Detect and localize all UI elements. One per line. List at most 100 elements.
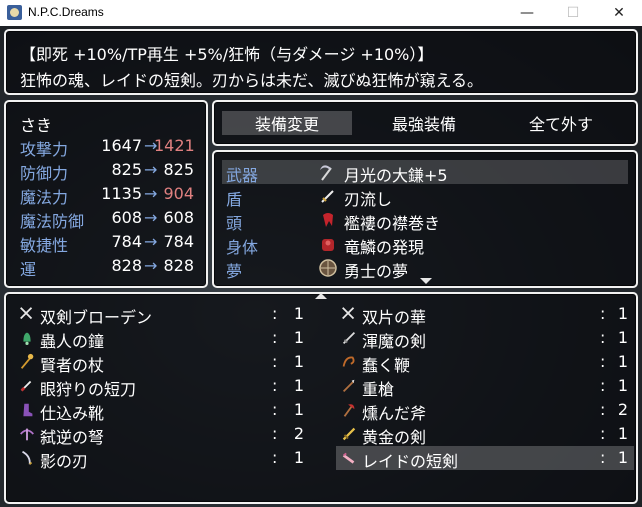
item-colon: : — [272, 400, 278, 419]
item-name: レイドの短剣 — [362, 452, 459, 471]
item-colon: : — [600, 448, 606, 467]
inventory-item[interactable]: 弑逆の弩:2 — [14, 422, 310, 447]
item-colon: : — [600, 328, 606, 347]
scroll-down-arrow-icon[interactable] — [420, 278, 432, 284]
stat-label: 防御力 — [20, 164, 69, 183]
close-button[interactable]: ✕ — [596, 0, 642, 26]
scythe-icon — [318, 162, 338, 182]
item-colon: : — [272, 328, 278, 347]
actor-name: さき — [20, 116, 53, 135]
inventory-item[interactable]: 渾魔の剣:1 — [336, 326, 634, 351]
item-name: 燻んだ斧 — [362, 404, 427, 423]
window-titlebar: N.P.C.Dreams — ☐ ✕ — [0, 0, 642, 27]
boot-icon — [18, 401, 36, 419]
sword-icon — [340, 329, 358, 347]
inventory-item[interactable]: 賢者の杖:1 — [14, 350, 310, 375]
help-description-text: 狂怖の魂、レイドの短剣。刃からは未だ、滅びぬ狂怖が窺える。 — [20, 71, 484, 90]
item-name: 仕込み靴 — [40, 404, 105, 423]
bell-icon — [18, 329, 36, 347]
inventory-item[interactable]: 蟲人の鐘:1 — [14, 326, 310, 351]
help-window: 【即死 +10%/TP再生 +5%/狂怖（与ダメージ +10%）】 狂怖の魂、レ… — [4, 29, 638, 95]
item-name: 蟲人の鐘 — [40, 332, 105, 351]
item-name: 影の刃 — [40, 452, 89, 471]
stat-label: 敏捷性 — [20, 236, 69, 255]
item-colon: : — [272, 424, 278, 443]
item-colon: : — [272, 376, 278, 395]
window-title: N.P.C.Dreams — [28, 5, 104, 19]
command-window: 装備変更 最強装備 全て外す — [212, 100, 638, 146]
inventory-item[interactable]: 重槍:1 — [336, 374, 634, 399]
game-canvas: 【即死 +10%/TP再生 +5%/狂怖（与ダメージ +10%）】 狂怖の魂、レ… — [0, 26, 642, 507]
item-colon: : — [600, 424, 606, 443]
item-name: 双片の華 — [362, 308, 427, 327]
item-name: 賢者の杖 — [40, 356, 105, 375]
equip-slot-row[interactable]: 夢 勇士の夢 — [222, 256, 628, 281]
item-name: 重槍 — [362, 380, 395, 399]
stat-new-value: 608 — [163, 208, 194, 227]
item-count: 1 — [293, 400, 304, 419]
stat-current-value: 1135 — [101, 184, 142, 203]
item-count: 1 — [617, 328, 628, 347]
inventory-item[interactable]: 影の刃:1 — [14, 446, 310, 471]
inventory-item[interactable]: 燻んだ斧:2 — [336, 398, 634, 423]
equipped-item-name: 襤褸の襟巻き — [344, 214, 441, 233]
item-count: 2 — [617, 400, 628, 419]
stat-current-value: 608 — [111, 208, 142, 227]
stat-label: 攻撃力 — [20, 140, 69, 159]
stat-label: 運 — [20, 260, 37, 279]
item-colon: : — [600, 400, 606, 419]
raid-dagger-icon — [340, 449, 358, 467]
item-count: 2 — [293, 424, 304, 443]
status-window: さき 攻撃力 1647 → 1421 防御力 825 → 825 魔法力 1135 → 904 魔法防御… — [4, 100, 208, 288]
slot-label: 頭 — [226, 214, 243, 233]
item-name: 黄金の剣 — [362, 428, 427, 447]
equip-change-command[interactable]: 装備変更 — [222, 111, 352, 135]
scroll-up-arrow-icon[interactable] — [315, 293, 327, 299]
spear-icon — [340, 377, 358, 395]
item-colon: : — [272, 448, 278, 467]
inventory-item[interactable]: 双剣ブローデン:1 — [14, 302, 310, 327]
inventory-item[interactable]: 蠢く鞭:1 — [336, 350, 634, 375]
equip-slot-row[interactable]: 身体 竜鱗の発現 — [222, 232, 628, 257]
equipped-item-name: 刃流し — [344, 190, 393, 209]
slot-label: 夢 — [226, 262, 243, 281]
minimize-button[interactable]: — — [504, 0, 550, 26]
stat-new-value: 784 — [163, 232, 194, 251]
staff-icon — [18, 353, 36, 371]
inventory-item[interactable]: 双片の華:1 — [336, 302, 634, 327]
stat-label: 魔法防御 — [20, 212, 85, 231]
stat-current-value: 825 — [111, 160, 142, 179]
axe-icon — [340, 401, 358, 419]
help-effects-text: 【即死 +10%/TP再生 +5%/狂怖（与ダメージ +10%）】 — [20, 45, 434, 64]
inventory-item[interactable]: レイドの短剣:1 — [336, 446, 634, 471]
maximize-button[interactable]: ☐ — [550, 0, 596, 26]
item-colon: : — [272, 304, 278, 323]
clear-all-command[interactable]: 全て外す — [496, 111, 626, 135]
item-count: 1 — [293, 376, 304, 395]
crossbow-icon — [18, 425, 36, 443]
inventory-item[interactable]: 眼狩りの短刀:1 — [14, 374, 310, 399]
item-list-window: 双剣ブローデン:1 蟲人の鐘:1 賢者の杖:1 眼狩りの短刀:1 仕込み靴:1 弑逆の弩:… — [4, 292, 638, 504]
item-count: 1 — [293, 304, 304, 323]
item-count: 1 — [617, 304, 628, 323]
inventory-item[interactable]: 黄金の剣:1 — [336, 422, 634, 447]
inventory-item[interactable]: 仕込み靴:1 — [14, 398, 310, 423]
equip-slot-row[interactable]: 武器 月光の大鎌+5 — [222, 160, 628, 185]
stat-new-value: 825 — [163, 160, 194, 179]
equip-slot-row[interactable]: 頭 襤褸の襟巻き — [222, 208, 628, 233]
slot-label: 身体 — [226, 238, 259, 257]
equipped-item-name: 勇士の夢 — [344, 262, 409, 281]
stat-current-value: 784 — [111, 232, 142, 251]
item-count: 1 — [617, 448, 628, 467]
stat-new-value: 904 — [163, 184, 194, 203]
optimize-command[interactable]: 最強装備 — [359, 111, 489, 135]
stat-new-value: 1421 — [154, 136, 195, 155]
equipped-item-name: 竜鱗の発現 — [344, 238, 425, 257]
slot-label: 盾 — [226, 190, 243, 209]
shadow-blade-icon — [18, 449, 36, 467]
medallion-icon — [318, 258, 338, 278]
item-count: 1 — [293, 352, 304, 371]
stat-current-value: 1647 — [101, 136, 142, 155]
stat-label: 魔法力 — [20, 188, 69, 207]
equip-slot-row[interactable]: 盾 刃流し — [222, 184, 628, 209]
